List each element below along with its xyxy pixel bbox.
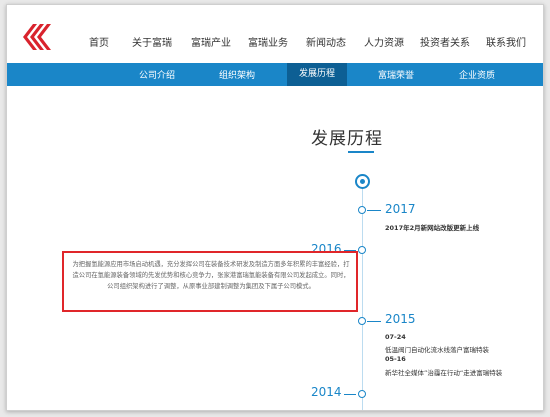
timeline-entry[interactable]: 新华社全媒体”治霾在行动“走进富瑞特装 <box>385 367 502 377</box>
main-nav: 首页 关于富瑞 富瑞产业 富瑞业务 新闻动态 人力资源 投资者关系 联系我们 <box>77 34 535 49</box>
title-underline <box>348 151 374 153</box>
nav-item-hr[interactable]: 人力资源 <box>355 34 413 49</box>
subnav-item-org[interactable]: 组织架构 <box>207 68 267 81</box>
subnav-item-history[interactable]: 发展历程 <box>287 63 347 86</box>
nav-item-news[interactable]: 新闻动态 <box>297 34 355 49</box>
nav-item-business[interactable]: 富瑞业务 <box>239 34 297 49</box>
subnav-item-honors[interactable]: 富瑞荣誉 <box>364 68 428 81</box>
entry-date: 05-16 <box>385 355 406 363</box>
timeline-connector <box>367 321 381 322</box>
timeline-description-2016: 为把握氢能源应用市场启动机遇，充分发挥公司在装备技术研发及制造方面多年积累的丰富… <box>72 261 350 290</box>
company-logo-icon[interactable] <box>23 24 53 50</box>
nav-item-investors[interactable]: 投资者关系 <box>413 34 477 49</box>
browser-page: 首页 关于富瑞 富瑞产业 富瑞业务 新闻动态 人力资源 投资者关系 联系我们 公… <box>6 4 544 411</box>
timeline-entry[interactable]: 2017年2月新网站改版更新上线 <box>385 222 479 232</box>
nav-item-home[interactable]: 首页 <box>77 34 121 49</box>
subnav-item-intro[interactable]: 公司介绍 <box>127 68 187 81</box>
page-title: 发展历程 <box>311 129 383 149</box>
timeline-axis <box>362 183 363 410</box>
nav-item-about[interactable]: 关于富瑞 <box>121 34 183 49</box>
nav-item-industry[interactable]: 富瑞产业 <box>183 34 239 49</box>
year-label-2017: 2017 <box>385 202 416 216</box>
header: 首页 关于富瑞 富瑞产业 富瑞业务 新闻动态 人力资源 投资者关系 联系我们 <box>7 5 543 63</box>
timeline-dot-2017[interactable] <box>358 206 366 214</box>
timeline-start-icon <box>355 174 370 189</box>
timeline-dot-2016[interactable] <box>358 246 366 254</box>
year-label-2015: 2015 <box>385 312 416 326</box>
timeline-dot-2015[interactable] <box>358 317 366 325</box>
subnav-item-qualifications[interactable]: 企业资质 <box>445 68 509 81</box>
timeline-connector <box>367 210 381 211</box>
timeline-dot-2014[interactable] <box>358 390 366 398</box>
timeline-connector <box>344 394 356 395</box>
sub-nav: 公司介绍 组织架构 发展历程 富瑞荣誉 企业资质 <box>7 63 543 86</box>
year-label-2014: 2014 <box>311 385 342 399</box>
nav-item-contact[interactable]: 联系我们 <box>477 34 535 49</box>
timeline-entry[interactable]: 低温阀门自动化流水线落户富瑞特装 <box>385 344 489 354</box>
entry-date: 07-24 <box>385 333 406 341</box>
